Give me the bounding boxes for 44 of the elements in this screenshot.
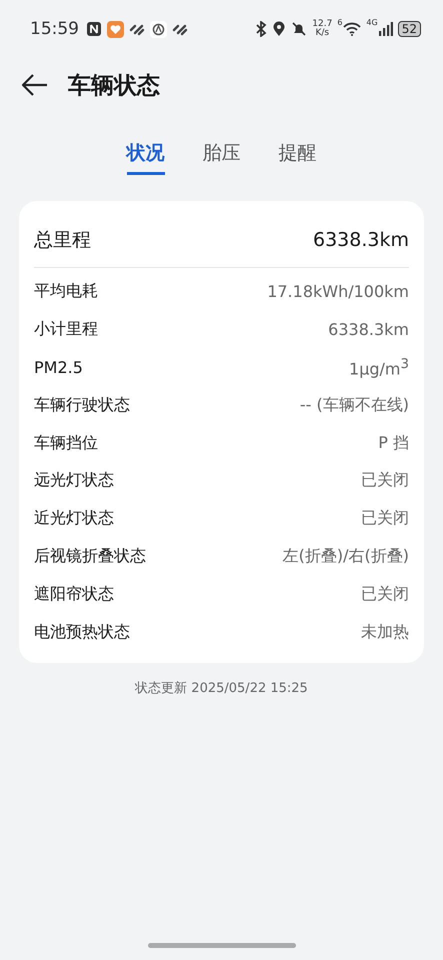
status-value: 左(折叠)/右(折叠) [282,546,409,567]
status-label: 小计里程 [34,319,98,340]
status-value: 1μg/m$^{3}$ [349,356,409,378]
battery-level: 52 [398,21,421,37]
total-mileage-value: 6338.3km [313,229,409,251]
stripes-icon [129,22,145,36]
status-label: 遮阳帘状态 [34,584,114,605]
status-label: 电池预热状态 [34,622,130,643]
update-time: 状态更新 2025/05/22 15:25 [134,680,309,697]
status-label: PM2.5 [34,358,83,377]
wifi-icon [343,22,362,36]
back-icon[interactable] [22,74,48,96]
cell-label: 4G [366,18,378,27]
status-value: 已关闭 [361,584,409,605]
nfc-icon [86,21,102,37]
status-label: 后视镜折叠状态 [34,546,146,567]
status-value: 已关闭 [361,470,409,492]
status-label: 车辆挡位 [34,432,98,454]
page-title: 车辆状态 [68,72,160,100]
status-value: 未加热 [361,622,409,643]
bluetooth-icon [255,21,268,37]
muted-bell-icon [291,21,308,37]
status-label: 车辆行驶状态 [34,394,130,416]
circle-app-icon [150,20,167,38]
status-value: 6338.3km [328,320,409,340]
net-speed-unit: K/s [315,29,330,38]
status-value: 17.18kWh/100km [267,282,409,302]
stripes-icon [172,22,188,36]
status-label: 近光灯状态 [34,508,114,530]
wifi-label: 6 [337,18,342,27]
heart-app-icon [107,20,124,38]
status-time: 15:59 [30,19,79,39]
location-icon [272,21,286,37]
tab[interactable]: 状况 [126,140,164,175]
status-label: 平均电耗 [34,281,98,302]
total-mileage-label: 总里程 [34,228,91,253]
tab[interactable]: 胎压 [202,140,240,175]
tab[interactable]: 提醒 [278,140,316,175]
signal-icon [378,22,393,36]
status-value: -- (车辆不在线) [300,394,409,416]
status-value: 已关闭 [361,508,409,530]
status-value: P 挡 [378,432,409,454]
net-speed: 12.7 [312,20,332,29]
status-label: 远光灯状态 [34,470,114,492]
